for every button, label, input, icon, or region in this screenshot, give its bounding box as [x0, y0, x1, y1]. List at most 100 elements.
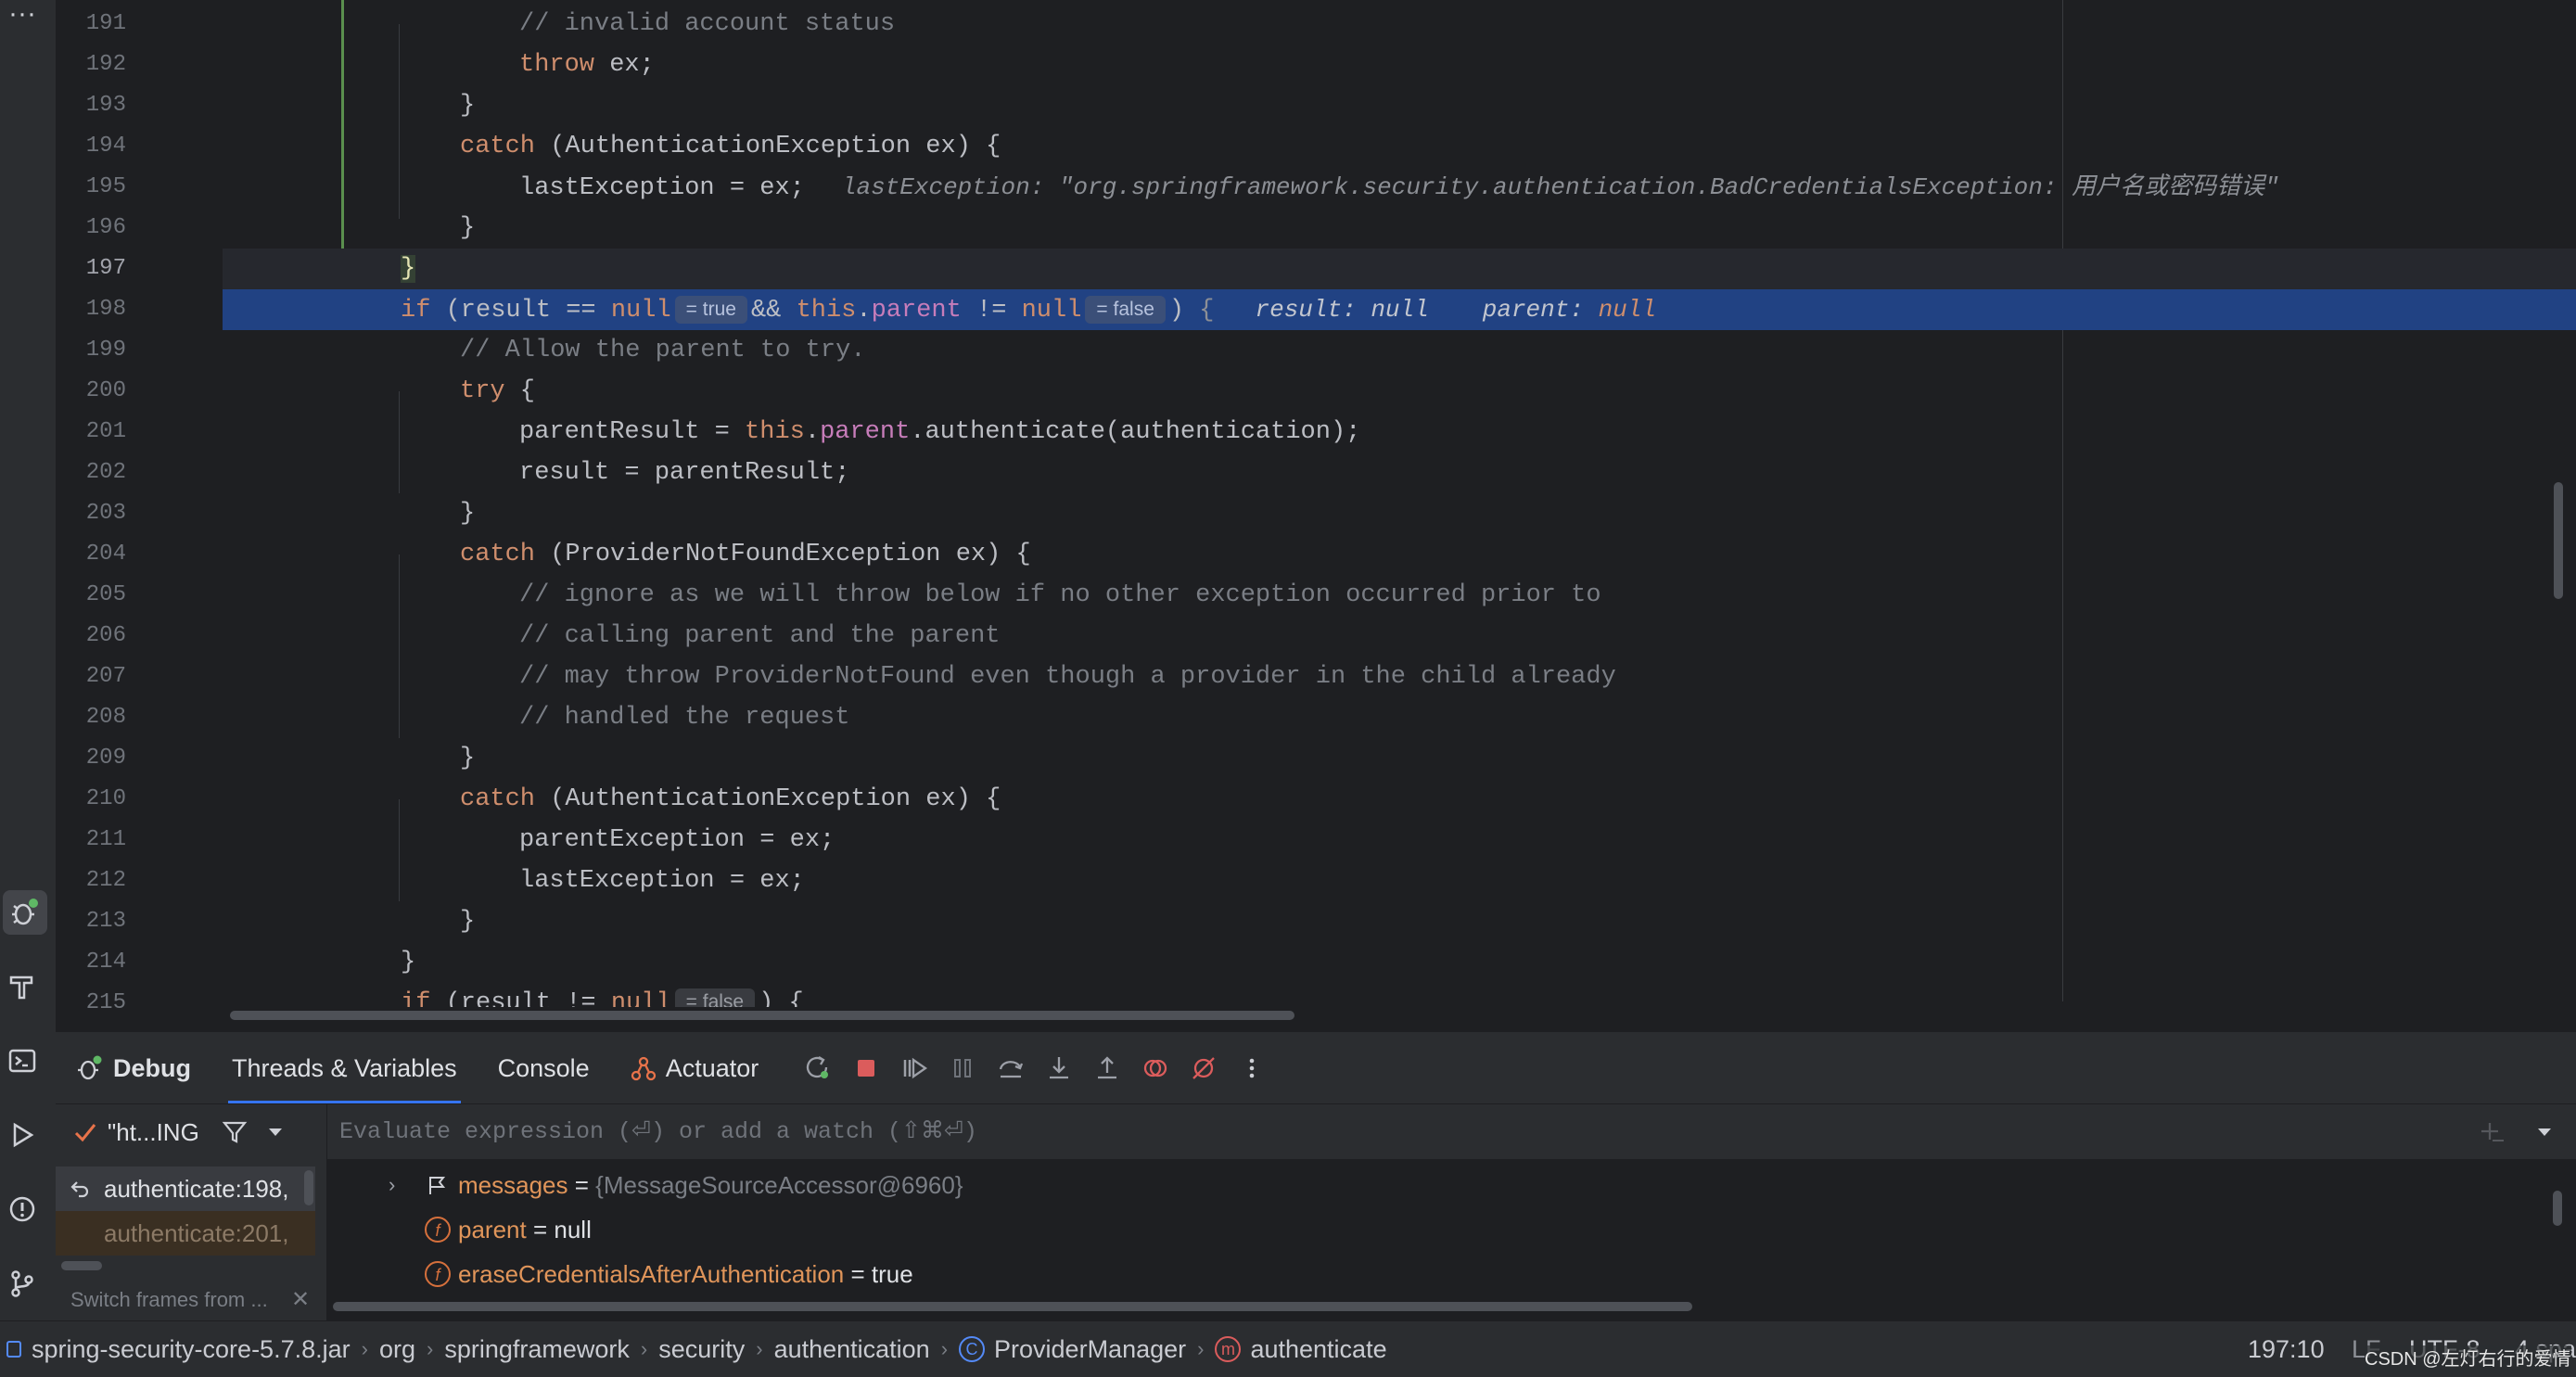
- matched-brace: }: [401, 255, 416, 283]
- step-out-button[interactable]: [1083, 1044, 1131, 1092]
- line-number: 209: [85, 746, 126, 771]
- breadcrumb-authentication[interactable]: authentication: [769, 1335, 936, 1364]
- variable-row[interactable]: f eraseCredentialsAfterAuthentication = …: [327, 1252, 2576, 1296]
- view-breakpoints-button[interactable]: [1131, 1044, 1180, 1092]
- line-number: 195: [85, 174, 126, 199]
- line-number: 201: [85, 419, 126, 444]
- stop-button[interactable]: [842, 1044, 890, 1092]
- breadcrumb-springframework[interactable]: springframework: [439, 1335, 635, 1364]
- return-arrow-icon: [70, 1181, 89, 1198]
- breadcrumb-security[interactable]: security: [653, 1335, 750, 1364]
- editor-horizontal-scrollbar[interactable]: [230, 1011, 1294, 1020]
- git-branch-icon[interactable]: [0, 1261, 45, 1306]
- code-comment: // Allow the parent to try.: [460, 337, 866, 364]
- breadcrumb-method[interactable]: m authenticate: [1209, 1335, 1392, 1364]
- more-icon[interactable]: ···: [0, 0, 45, 28]
- line-number: 193: [85, 93, 126, 118]
- editor-vertical-scrollbar[interactable]: [2554, 482, 2563, 599]
- line-number: 213: [85, 909, 126, 934]
- breadcrumb-org[interactable]: org: [374, 1335, 421, 1364]
- add-watch-icon[interactable]: [2478, 1118, 2506, 1151]
- mute-breakpoints-button[interactable]: [1180, 1044, 1228, 1092]
- step-into-button[interactable]: [1035, 1044, 1083, 1092]
- chevron-right-icon[interactable]: ›: [389, 1163, 395, 1207]
- variables-pane: › messages = {MessageSourceAccessor@6960…: [327, 1159, 2576, 1320]
- code-comment: // may throw ProviderNotFound even thoug…: [519, 663, 1616, 691]
- breadcrumb-separator: ›: [756, 1337, 763, 1360]
- switch-frames-hint[interactable]: Switch frames from ...: [70, 1280, 268, 1320]
- code-line: catch (AuthenticationException ex) {: [460, 785, 1001, 813]
- keyword-null: null: [610, 989, 671, 1007]
- resume-button[interactable]: [890, 1044, 938, 1092]
- code-editor[interactable]: 191 192 193 194 195 196 197 198 199 200 …: [56, 0, 2576, 1029]
- code-comment: // handled the request: [519, 704, 850, 732]
- tab-actuator[interactable]: Actuator: [610, 1032, 780, 1104]
- keyword-catch: catch: [460, 541, 536, 568]
- frames-horizontal-scrollbar[interactable]: [61, 1261, 102, 1270]
- code-line: }: [460, 92, 476, 120]
- code-line: // may throw ProviderNotFound even thoug…: [223, 657, 2576, 697]
- keyword-if: if: [401, 297, 431, 325]
- rerun-debug-button[interactable]: [794, 1044, 842, 1092]
- thread-name: "ht...ING: [108, 1117, 199, 1146]
- breadcrumb-label: authenticate: [1250, 1334, 1387, 1363]
- frames-vertical-scrollbar[interactable]: [304, 1170, 313, 1205]
- code-comment: // invalid account status: [519, 10, 896, 38]
- build-hammer-icon[interactable]: [0, 964, 45, 1009]
- breadcrumb-separator: ›: [1197, 1337, 1205, 1360]
- history-dropdown-icon[interactable]: [2535, 1123, 2554, 1146]
- inline-debug-value: result: null parent: null: [1256, 296, 1657, 324]
- breadcrumb-jar[interactable]: spring-security-core-5.7.8.jar: [0, 1335, 356, 1364]
- variable-value: true: [871, 1260, 913, 1288]
- line-number: 194: [85, 134, 126, 159]
- check-icon: [74, 1124, 96, 1142]
- line-number: 202: [85, 460, 126, 485]
- close-icon[interactable]: ✕: [291, 1280, 310, 1320]
- variable-row[interactable]: f parent = null: [327, 1207, 2576, 1252]
- class-icon: C: [959, 1336, 986, 1362]
- variable-row[interactable]: › messages = {MessageSourceAccessor@6960…: [327, 1163, 2576, 1207]
- tab-console[interactable]: Console: [478, 1032, 610, 1104]
- line-gutter[interactable]: 191 192 193 194 195 196 197 198 199 200 …: [56, 0, 221, 1029]
- variables-horizontal-scrollbar[interactable]: [333, 1302, 1692, 1311]
- code-line: }: [460, 214, 476, 242]
- frame-item-selected[interactable]: authenticate:198,: [56, 1167, 315, 1211]
- thread-selector[interactable]: "ht...ING: [56, 1104, 327, 1160]
- problems-icon[interactable]: [0, 1187, 45, 1231]
- code-line: // Allow the parent to try.: [223, 330, 2576, 371]
- field-parent: parent: [820, 418, 911, 446]
- caret-position[interactable]: 197:10: [2248, 1321, 2325, 1377]
- breadcrumb-label: spring-security-core-5.7.8.jar: [32, 1334, 351, 1363]
- line-number: 204: [85, 542, 126, 567]
- filter-icon[interactable]: [222, 1119, 248, 1145]
- actuator-icon: [631, 1056, 656, 1081]
- jar-icon: [6, 1341, 21, 1358]
- code-line: catch (AuthenticationException ex) {: [223, 126, 2576, 167]
- chevron-down-icon[interactable]: [266, 1123, 285, 1141]
- frame-label: authenticate:198,: [104, 1175, 289, 1203]
- code-text: (AuthenticationException ex) {: [535, 133, 1001, 160]
- variables-vertical-scrollbar[interactable]: [2553, 1191, 2562, 1226]
- keyword-catch: catch: [460, 785, 536, 813]
- inlay-label: result:: [1255, 296, 1357, 324]
- line-number: 191: [85, 11, 126, 36]
- run-icon[interactable]: [0, 1113, 45, 1157]
- line-number: 203: [85, 501, 126, 526]
- breadcrumb-label: authentication: [773, 1334, 930, 1363]
- breadcrumb-class[interactable]: C ProviderManager: [953, 1335, 1192, 1364]
- pause-button[interactable]: [938, 1044, 987, 1092]
- terminal-icon[interactable]: [0, 1039, 45, 1083]
- code-line: }: [460, 745, 476, 772]
- tab-label: Actuator: [665, 1054, 759, 1082]
- code-line: parentResult = this.parent.authenticate(…: [519, 418, 1361, 446]
- step-over-button[interactable]: [987, 1044, 1035, 1092]
- debug-title-tab[interactable]: Debug: [56, 1032, 211, 1104]
- breadcrumb-label: org: [378, 1334, 415, 1363]
- debug-tool-icon[interactable]: [3, 890, 47, 935]
- code-line: }: [401, 949, 416, 976]
- more-options-button[interactable]: [1228, 1044, 1276, 1092]
- keyword-if: if: [401, 989, 431, 1007]
- evaluate-expression-input[interactable]: Evaluate expression (⏎) or add a watch (…: [339, 1104, 977, 1160]
- tab-threads-variables[interactable]: Threads & Variables: [211, 1032, 478, 1104]
- frame-item[interactable]: authenticate:201,: [56, 1211, 315, 1256]
